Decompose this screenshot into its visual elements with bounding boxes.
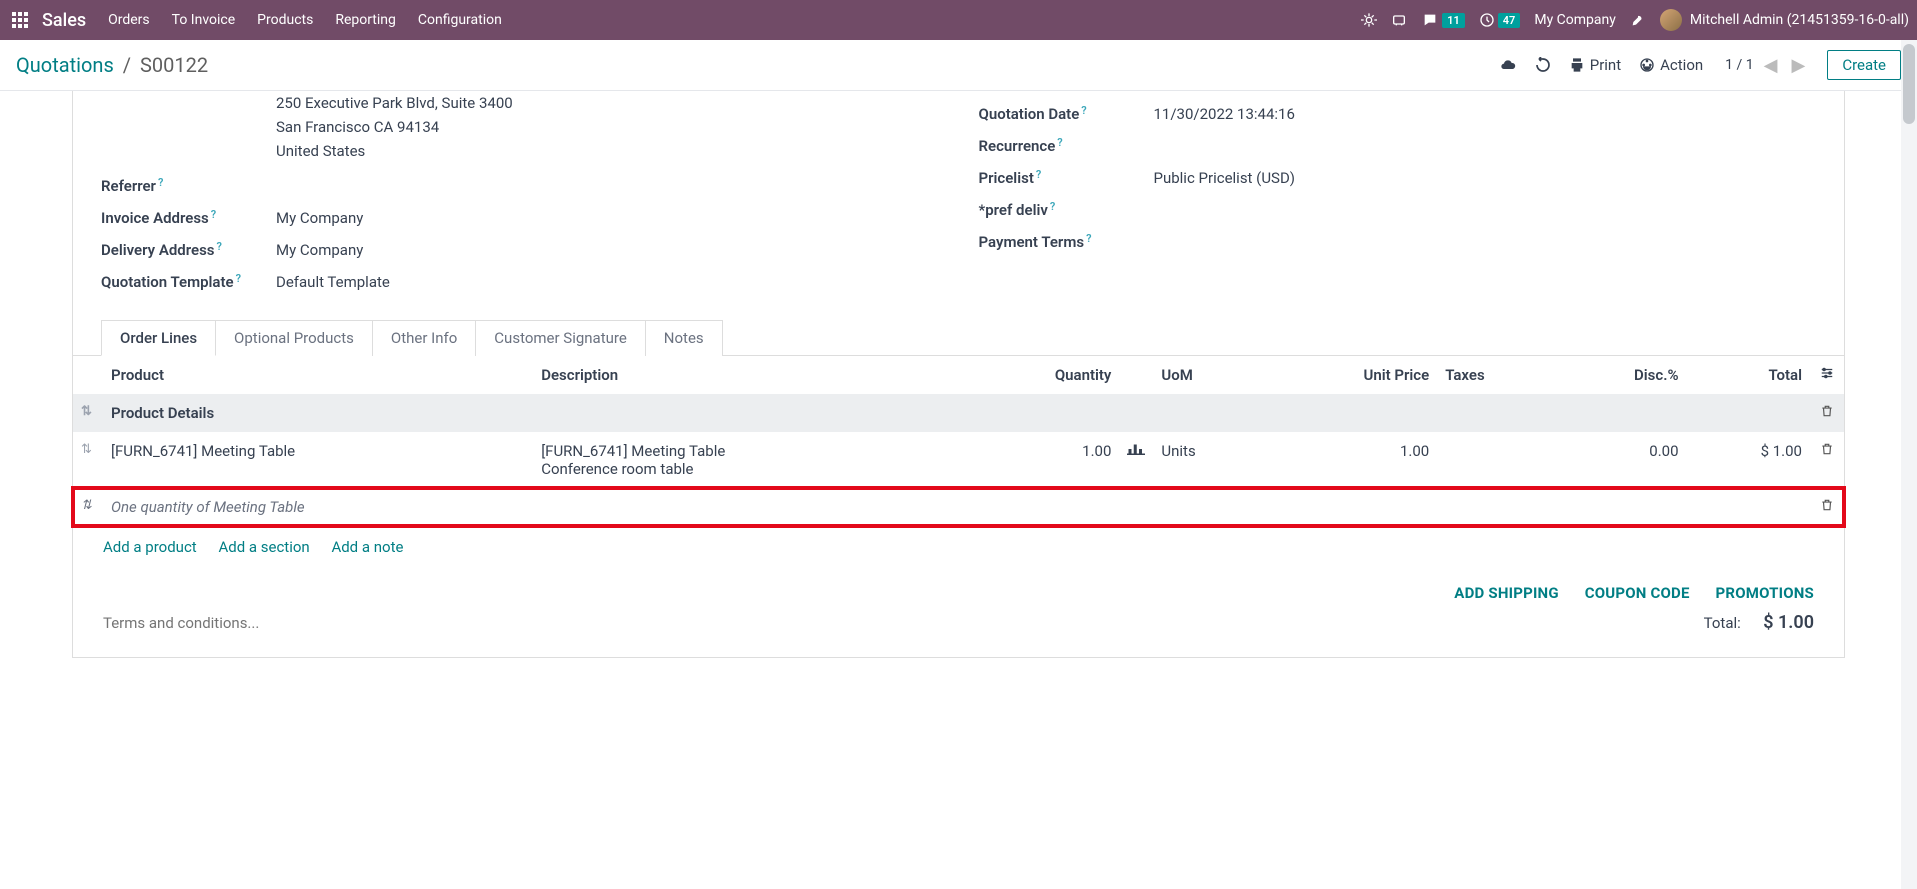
section-row[interactable]: ⇅ Product Details xyxy=(73,394,1844,432)
add-shipping-button[interactable]: ADD SHIPPING xyxy=(1454,584,1558,602)
nav-orders[interactable]: Orders xyxy=(108,12,150,28)
referrer-label: Referrer? xyxy=(101,177,276,195)
col-taxes: Taxes xyxy=(1437,356,1556,394)
breadcrumb-current: S00122 xyxy=(140,53,208,77)
avatar xyxy=(1660,9,1682,31)
delivery-address-label: Delivery Address? xyxy=(101,241,276,259)
scrollbar-thumb[interactable] xyxy=(1903,44,1915,124)
delete-icon[interactable] xyxy=(1810,488,1844,526)
activities-badge: 47 xyxy=(1498,13,1521,28)
quotation-template-label: Quotation Template? xyxy=(101,273,276,291)
promotions-button[interactable]: PROMOTIONS xyxy=(1716,584,1814,602)
col-disc: Disc.% xyxy=(1556,356,1686,394)
cell-description[interactable]: [FURN_6741] Meeting Table Conference roo… xyxy=(533,432,963,488)
add-product-link[interactable]: Add a product xyxy=(103,538,197,556)
recurrence-label: Recurrence? xyxy=(979,137,1154,155)
quotation-date-label: Quotation Date? xyxy=(979,105,1154,123)
debug-icon[interactable] xyxy=(1361,12,1377,28)
note-row[interactable]: ⇅ One quantity of Meeting Table xyxy=(73,488,1844,526)
nav-configuration[interactable]: Configuration xyxy=(418,12,502,28)
action-button[interactable]: Action xyxy=(1639,56,1703,74)
company-switcher[interactable]: My Company xyxy=(1534,12,1616,28)
apps-icon[interactable] xyxy=(8,8,32,32)
notebook-tabs: Order Lines Optional Products Other Info… xyxy=(73,319,1844,355)
scrollbar[interactable] xyxy=(1901,40,1917,889)
breadcrumb-root[interactable]: Quotations xyxy=(16,53,114,77)
app-brand[interactable]: Sales xyxy=(42,10,86,31)
user-name: Mitchell Admin (21451359-16-0-all) xyxy=(1690,12,1909,28)
delivery-address-value[interactable]: My Company xyxy=(276,241,363,259)
breadcrumb: Quotations / S00122 xyxy=(16,53,208,77)
customer-address: 250 Executive Park Blvd, Suite 3400 San … xyxy=(276,91,939,163)
total-value: $ 1.00 xyxy=(1763,612,1814,633)
tab-optional-products[interactable]: Optional Products xyxy=(215,320,373,356)
discard-icon[interactable] xyxy=(1535,57,1551,73)
pref-deliv-label: *pref deliv? xyxy=(979,201,1154,219)
pager-prev[interactable]: ◀ xyxy=(1760,55,1782,76)
terms-input[interactable] xyxy=(103,614,959,632)
tab-other-info[interactable]: Other Info xyxy=(372,320,476,356)
user-menu[interactable]: Mitchell Admin (21451359-16-0-all) xyxy=(1660,9,1909,31)
total-line: Total: $ 1.00 xyxy=(1704,612,1814,633)
drag-handle-icon[interactable]: ⇅ xyxy=(73,394,103,432)
print-button[interactable]: Print xyxy=(1569,56,1621,74)
product-row[interactable]: ⇅ [FURN_6741] Meeting Table [FURN_6741] … xyxy=(73,432,1844,488)
col-unit-price: Unit Price xyxy=(1262,356,1438,394)
coupon-code-button[interactable]: COUPON CODE xyxy=(1585,584,1690,602)
cell-product[interactable]: [FURN_6741] Meeting Table xyxy=(103,432,533,488)
top-navbar: Sales Orders To Invoice Products Reporti… xyxy=(0,0,1917,40)
nav-products[interactable]: Products xyxy=(257,12,313,28)
footer-actions: ADD SHIPPING COUPON CODE PROMOTIONS xyxy=(73,570,1844,606)
support-icon[interactable] xyxy=(1391,12,1407,28)
create-button[interactable]: Create xyxy=(1827,50,1901,80)
drag-handle-icon[interactable]: ⇅ xyxy=(73,488,103,526)
add-note-link[interactable]: Add a note xyxy=(331,538,403,556)
nav-reporting[interactable]: Reporting xyxy=(335,12,396,28)
cell-taxes[interactable] xyxy=(1437,432,1556,488)
section-title[interactable]: Product Details xyxy=(103,394,1810,432)
pager: 1 / 1 ◀ ▶ xyxy=(1725,55,1809,76)
add-section-link[interactable]: Add a section xyxy=(218,538,309,556)
quotation-date-value[interactable]: 11/30/2022 13:44:16 xyxy=(1154,105,1295,123)
messages-icon[interactable]: 11 xyxy=(1421,12,1465,28)
cell-total: $ 1.00 xyxy=(1687,432,1810,488)
cell-qty[interactable]: 1.00 xyxy=(963,432,1119,488)
col-product: Product xyxy=(103,356,533,394)
note-text[interactable]: One quantity of Meeting Table xyxy=(103,488,1810,526)
form-sheet: 250 Executive Park Blvd, Suite 3400 San … xyxy=(72,91,1845,658)
tools-icon[interactable] xyxy=(1630,12,1646,28)
tab-customer-signature[interactable]: Customer Signature xyxy=(475,320,646,356)
invoice-address-label: Invoice Address? xyxy=(101,209,276,227)
tab-notes[interactable]: Notes xyxy=(645,320,723,356)
payment-terms-label: Payment Terms? xyxy=(979,233,1154,251)
col-quantity: Quantity xyxy=(963,356,1119,394)
col-uom: UoM xyxy=(1153,356,1261,394)
delete-icon[interactable] xyxy=(1810,394,1844,432)
pricelist-value[interactable]: Public Pricelist (USD) xyxy=(1154,169,1296,187)
add-line-controls: Add a product Add a section Add a note xyxy=(73,526,1844,570)
cloud-upload-icon[interactable] xyxy=(1499,57,1517,73)
control-bar: Quotations / S00122 Print Action 1 / 1 ◀… xyxy=(0,40,1917,91)
order-lines-table: Product Description Quantity UoM Unit Pr… xyxy=(73,356,1844,526)
activities-icon[interactable]: 47 xyxy=(1479,12,1521,28)
col-options-icon[interactable] xyxy=(1810,356,1844,394)
messages-badge: 11 xyxy=(1442,13,1465,28)
nav-to-invoice[interactable]: To Invoice xyxy=(172,12,236,28)
forecast-icon[interactable] xyxy=(1119,432,1153,488)
drag-handle-icon[interactable]: ⇅ xyxy=(73,432,103,488)
col-description: Description xyxy=(533,356,963,394)
cell-uom[interactable]: Units xyxy=(1153,432,1261,488)
cell-disc[interactable]: 0.00 xyxy=(1556,432,1686,488)
delete-icon[interactable] xyxy=(1810,432,1844,488)
pricelist-label: Pricelist? xyxy=(979,169,1154,187)
tab-order-lines[interactable]: Order Lines xyxy=(101,320,216,356)
cell-unit-price[interactable]: 1.00 xyxy=(1262,432,1438,488)
col-total: Total xyxy=(1687,356,1810,394)
quotation-template-value[interactable]: Default Template xyxy=(276,273,390,291)
pager-next[interactable]: ▶ xyxy=(1787,55,1809,76)
invoice-address-value[interactable]: My Company xyxy=(276,209,363,227)
